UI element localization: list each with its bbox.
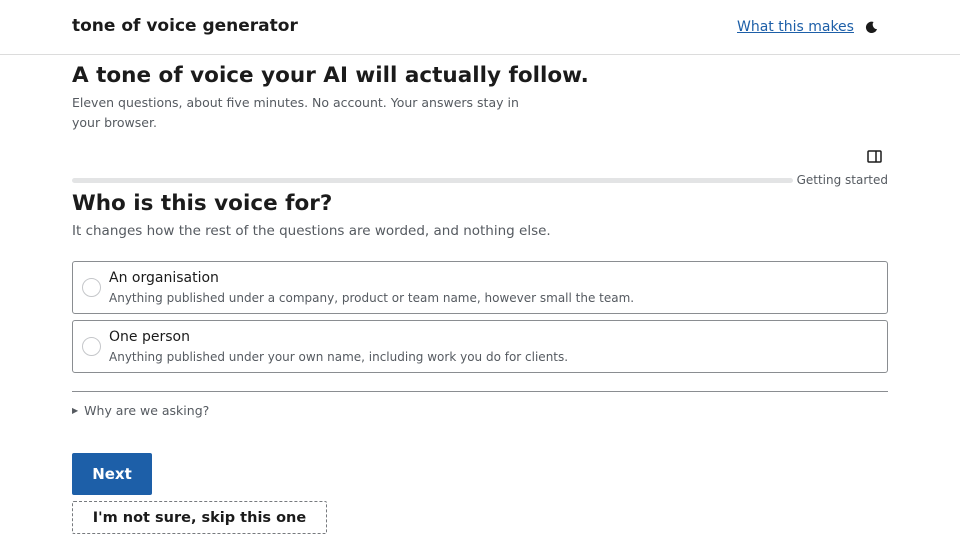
theme-toggle-button[interactable]	[862, 18, 880, 36]
option-label: One person	[109, 329, 190, 345]
divider	[72, 391, 888, 392]
moon-icon	[865, 21, 877, 33]
page-title: A tone of voice your AI will actually fo…	[72, 63, 589, 88]
option-label: An organisation	[109, 270, 219, 286]
toggle-panel-button[interactable]	[866, 148, 883, 165]
progress-label: Getting started	[796, 173, 888, 187]
skip-button[interactable]: I'm not sure, skip this one	[72, 501, 327, 534]
option-one-person[interactable]: One person Anything published under your…	[72, 320, 888, 373]
disclosure-triangle-icon: ▶	[72, 406, 79, 415]
page-subtitle: Eleven questions, about five minutes. No…	[72, 95, 519, 130]
why-are-we-asking-toggle[interactable]: ▶ Why are we asking?	[72, 403, 209, 418]
question-subtitle: It changes how the rest of the questions…	[72, 223, 551, 239]
disclosure-label: Why are we asking?	[84, 403, 210, 418]
option-description: Anything published under a company, prod…	[109, 291, 635, 305]
progress-bar	[72, 178, 793, 183]
option-description: Anything published under your own name, …	[109, 350, 569, 364]
site-brand[interactable]: tone of voice generator	[72, 16, 298, 36]
sidebar-panel-icon	[867, 150, 882, 163]
radio-button[interactable]	[82, 278, 101, 297]
option-organisation[interactable]: An organisation Anything published under…	[72, 261, 888, 314]
next-button[interactable]: Next	[72, 453, 152, 495]
what-this-makes-link[interactable]: What this makes	[737, 19, 854, 35]
radio-button[interactable]	[82, 337, 101, 356]
site-header: tone of voice generator What this makes	[0, 0, 960, 55]
question-title: Who is this voice for?	[72, 191, 333, 216]
